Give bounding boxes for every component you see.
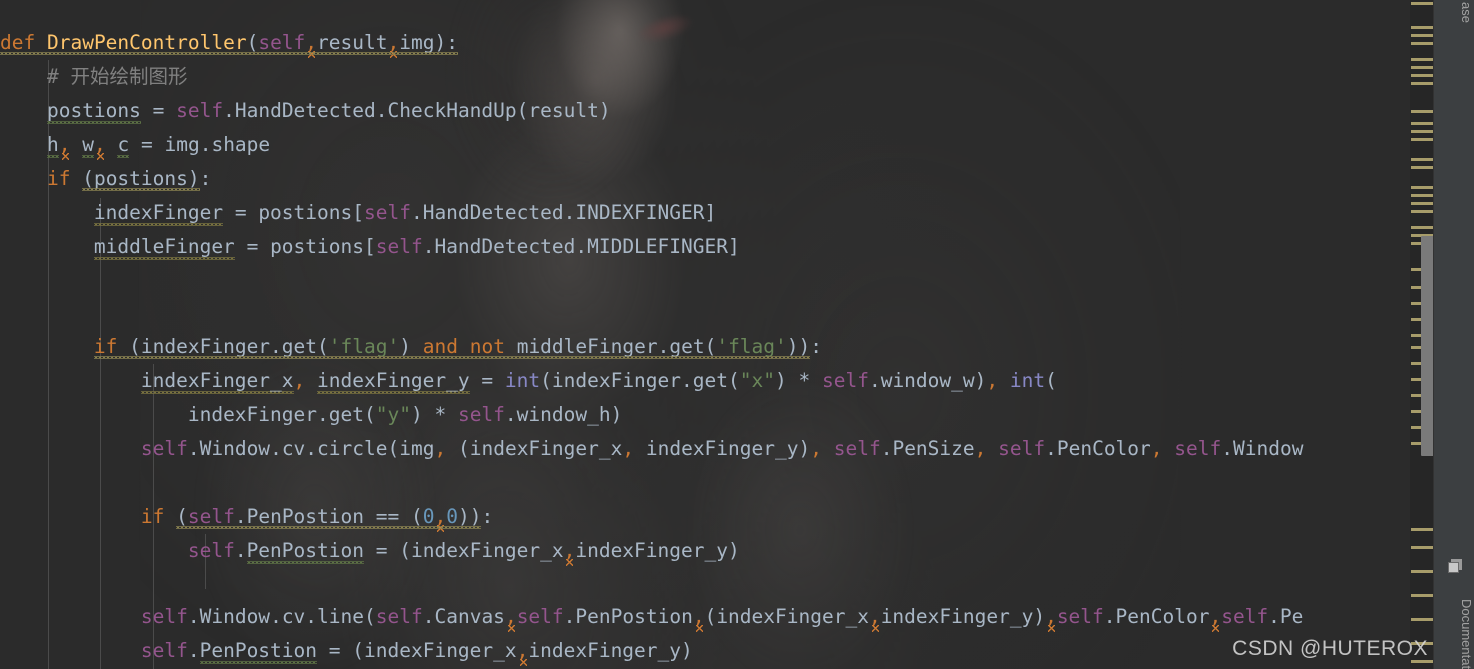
warning-marker[interactable] [1411, 26, 1433, 29]
warning-marker[interactable] [1411, 546, 1433, 549]
code-line-19[interactable]: self.PenPostion = (indexFinger_x,indexFi… [0, 634, 1410, 669]
warning-marker[interactable] [1411, 194, 1433, 197]
warning-marker[interactable] [1411, 158, 1433, 161]
warning-marker[interactable] [1411, 570, 1433, 573]
code-line-12[interactable]: indexFinger.get("y") * self.window_h) [0, 398, 1410, 433]
code-line-15[interactable]: if (self.PenPostion == (0,0)): [0, 500, 1410, 535]
warning-marker[interactable] [1411, 42, 1433, 45]
code-line-2[interactable]: # 开始绘制图形 [0, 60, 1410, 95]
code-line-17[interactable] [0, 568, 1410, 603]
warning-marker[interactable] [1411, 34, 1433, 37]
csdn-watermark: CSDN @HUTEROX [1232, 637, 1428, 660]
warning-marker[interactable] [1411, 122, 1433, 125]
code-line-10[interactable]: if (indexFinger.get('flag') and not midd… [0, 330, 1410, 365]
warning-marker[interactable] [1411, 226, 1433, 229]
code-line-7[interactable]: middleFinger = postions[self.HandDetecte… [0, 230, 1410, 265]
warning-marker[interactable] [1411, 66, 1433, 69]
warning-marker[interactable] [1411, 82, 1433, 85]
warning-marker[interactable] [1411, 166, 1433, 169]
warning-marker[interactable] [1411, 74, 1433, 77]
code-line-6[interactable]: indexFinger = postions[self.HandDetected… [0, 196, 1410, 231]
tool-window-tab-documentation[interactable]: Documentat [1434, 599, 1474, 669]
code-line-5[interactable]: if (postions): [0, 162, 1410, 197]
code-line-3[interactable]: postions = self.HandDetected.CheckHandUp… [0, 94, 1410, 129]
warning-marker[interactable] [1411, 110, 1433, 113]
warning-marker[interactable] [1411, 618, 1433, 621]
tool-window-tab-database-label: ase [1459, 2, 1474, 23]
code-line-8[interactable] [0, 264, 1410, 299]
warning-marker[interactable] [1411, 210, 1433, 213]
code-line-4[interactable]: h, w, c = img.shape [0, 128, 1410, 163]
code-line-11[interactable]: indexFinger_x, indexFinger_y = int(index… [0, 364, 1410, 399]
warning-marker[interactable] [1411, 594, 1433, 597]
warning-marker[interactable] [1411, 202, 1433, 205]
warning-marker[interactable] [1411, 138, 1433, 141]
code-area[interactable]: def DrawPenController(self,result,img): … [0, 0, 1410, 669]
warning-marker[interactable] [1411, 58, 1433, 61]
warning-marker[interactable] [1411, 130, 1433, 133]
ide-editor-window: def DrawPenController(self,result,img): … [0, 0, 1474, 669]
code-line-13[interactable]: self.Window.cv.circle(img, (indexFinger_… [0, 432, 1410, 467]
warning-marker[interactable] [1411, 528, 1433, 531]
right-tool-window-bar: ase Documentat [1433, 0, 1474, 669]
code-line-1[interactable]: def DrawPenController(self,result,img): [0, 26, 1410, 61]
code-line-9[interactable] [0, 296, 1410, 331]
code-line-16[interactable]: self.PenPostion = (indexFinger_x,indexFi… [0, 534, 1410, 569]
code-line-18[interactable]: self.Window.cv.line(self.Canvas,self.Pen… [0, 600, 1410, 635]
warning-marker[interactable] [1411, 186, 1433, 189]
tool-window-tab-database[interactable]: ase [1434, 2, 1474, 23]
code-line-14[interactable] [0, 466, 1410, 501]
warning-marker[interactable] [1411, 2, 1433, 5]
documentation-icon [1448, 559, 1462, 573]
tool-window-tab-documentation-label: Documentat [1459, 598, 1474, 669]
